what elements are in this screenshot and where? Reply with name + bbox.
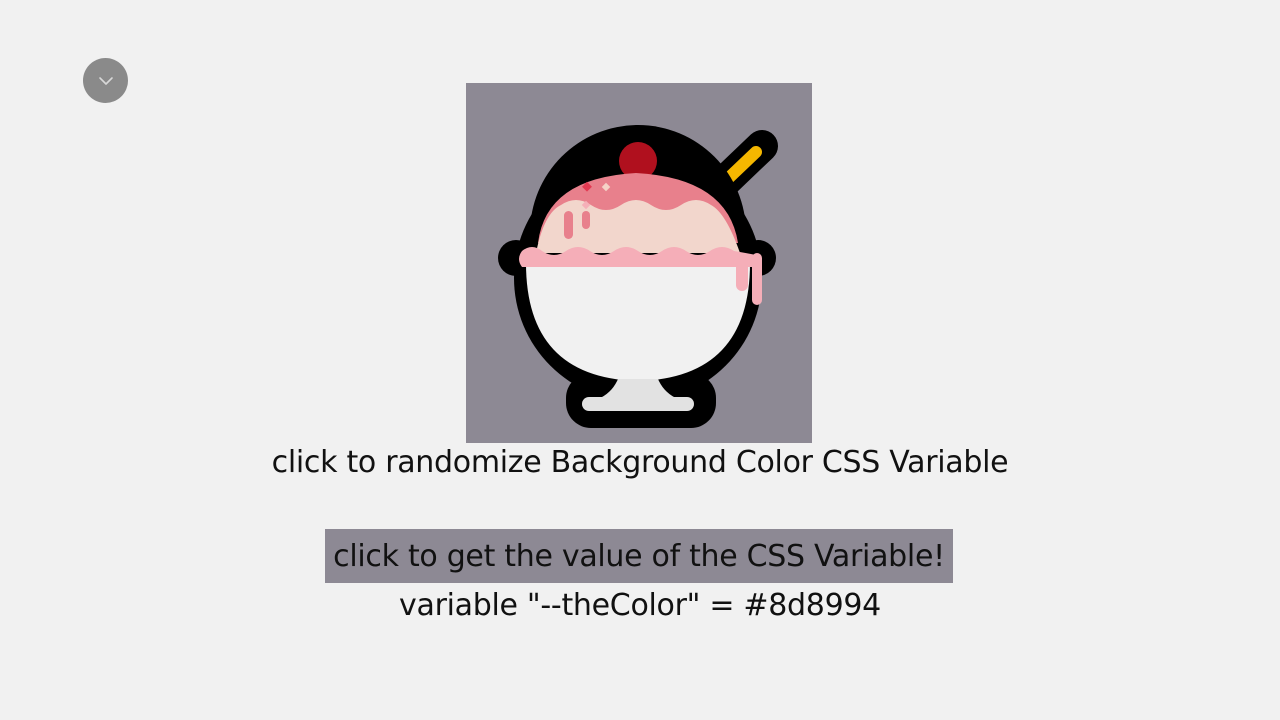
get-variable-value-button[interactable]: click to get the value of the CSS Variab… xyxy=(325,529,953,583)
randomize-color-image[interactable] xyxy=(466,83,812,443)
randomize-color-label[interactable]: click to randomize Background Color CSS … xyxy=(0,443,1280,483)
page: click to randomize Background Color CSS … xyxy=(0,0,1280,720)
chevron-down-icon xyxy=(98,76,113,85)
variable-value-output: variable "--theColor" = #8d8994 xyxy=(399,588,881,623)
toggle-button[interactable] xyxy=(83,58,128,103)
ice-cream-sundae-icon xyxy=(498,125,778,428)
